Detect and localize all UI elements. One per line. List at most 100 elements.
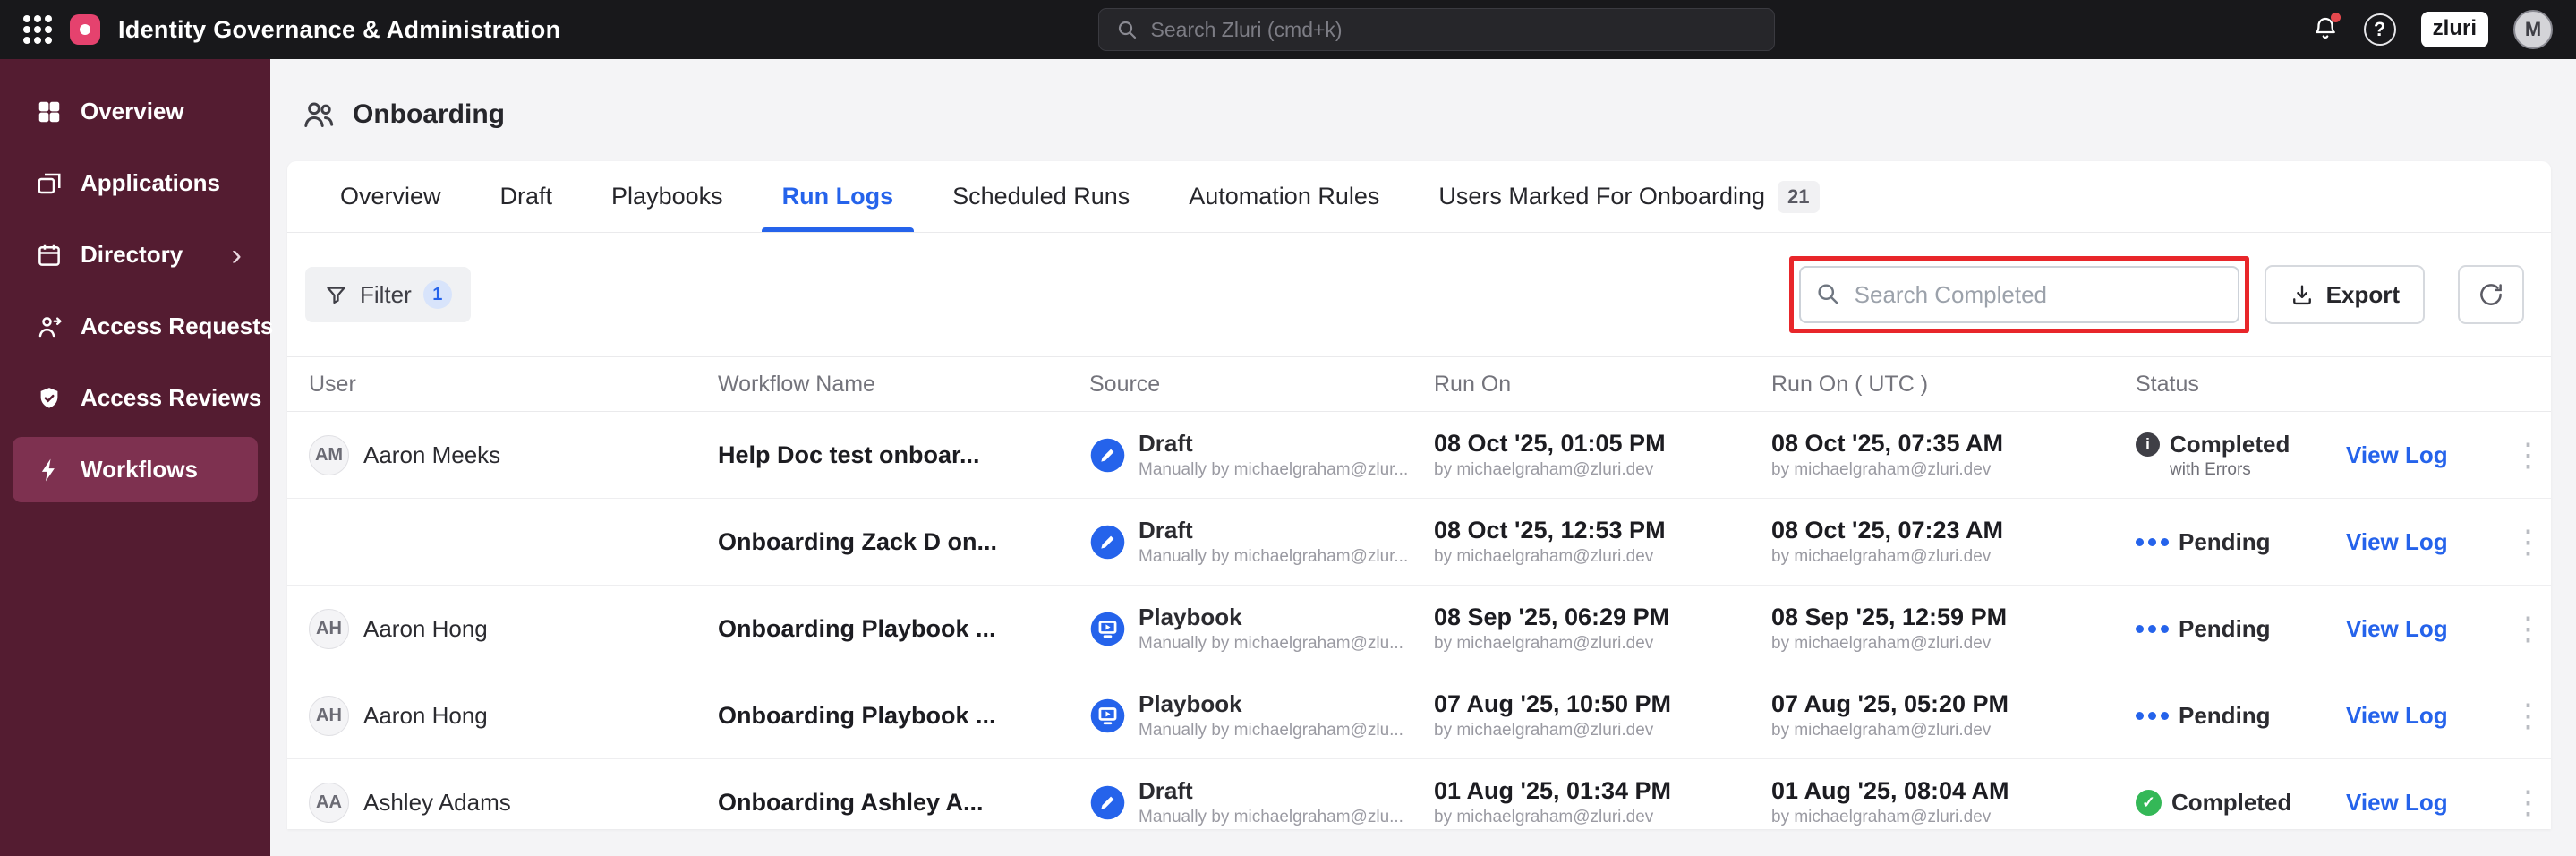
- user-cell: AH Aaron Hong: [309, 608, 718, 649]
- sidebar-item-access-requests[interactable]: Access Requests: [13, 294, 273, 359]
- run-on-by: by michaelgraham@zluri.dev: [1434, 634, 1654, 653]
- status-cell: ✓ Completed: [2136, 789, 2346, 817]
- topbar-left: Identity Governance & Administration: [23, 14, 560, 45]
- filter-button[interactable]: Filter 1: [305, 267, 471, 322]
- table-row: AH Aaron Hong Onboarding Playbook ... Pl…: [287, 672, 2551, 759]
- export-button[interactable]: Export: [2264, 265, 2425, 324]
- row-menu-button[interactable]: ⋮: [2505, 699, 2551, 732]
- sidebar-item-overview[interactable]: Overview: [13, 79, 258, 144]
- sidebar-item-label: Directory: [81, 241, 183, 268]
- run-on-date: 08 Sep '25, 06:29 PM: [1434, 603, 1670, 630]
- tab-users-marked-for-onboarding[interactable]: Users Marked For Onboarding 21: [1409, 161, 1848, 232]
- sidebar-item-workflows[interactable]: Workflows: [13, 437, 258, 502]
- status-cell: Pending: [2136, 702, 2346, 730]
- app-title: Identity Governance & Administration: [118, 15, 561, 43]
- status-text: Completed: [2171, 788, 2292, 816]
- source-cell: Playbook Manually by michaelgraham@zlu..…: [1089, 603, 1434, 654]
- row-menu-button[interactable]: ⋮: [2505, 439, 2551, 471]
- applications-icon: [38, 173, 61, 193]
- help-button[interactable]: ?: [2363, 13, 2396, 46]
- sidebar-item-label: Access Requests: [81, 312, 274, 339]
- run-on-date: 08 Oct '25, 01:05 PM: [1434, 430, 1666, 457]
- draft-icon: [1090, 785, 1125, 819]
- source-type: Draft: [1139, 430, 1193, 457]
- filter-label: Filter: [360, 280, 412, 308]
- view-log-link[interactable]: View Log: [2346, 789, 2505, 817]
- avatar: AM: [309, 434, 349, 475]
- run-on-cell: 08 Oct '25, 01:05 PM by michaelgraham@zl…: [1434, 430, 1771, 480]
- status-sub: with Errors: [2170, 459, 2251, 479]
- sidebar-item-applications[interactable]: Applications: [13, 150, 258, 216]
- download-icon: [2292, 285, 2311, 305]
- notifications-button[interactable]: [2312, 12, 2341, 46]
- pending-dots-icon: [2136, 537, 2169, 546]
- tab-draft[interactable]: Draft: [471, 161, 583, 232]
- source-type: Playbook: [1139, 603, 1242, 630]
- refresh-icon: [2480, 284, 2502, 305]
- status-text: Pending: [2179, 614, 2271, 642]
- row-menu-button[interactable]: ⋮: [2505, 612, 2551, 645]
- view-log-link[interactable]: View Log: [2346, 441, 2505, 469]
- tab-scheduled-runs[interactable]: Scheduled Runs: [923, 161, 1159, 232]
- table-search-input[interactable]: [1798, 266, 2239, 323]
- tab-automation-rules[interactable]: Automation Rules: [1159, 161, 1409, 232]
- run-on-date: 07 Aug '25, 10:50 PM: [1434, 690, 1672, 717]
- run-on-by: by michaelgraham@zluri.dev: [1434, 547, 1654, 566]
- playbook-icon: [1090, 612, 1125, 646]
- draft-icon: [1090, 438, 1125, 472]
- sidebar-item-directory[interactable]: Directory ›: [13, 222, 258, 287]
- source-sub: Manually by michaelgraham@zlur...: [1139, 547, 1409, 566]
- tab-label: Users Marked For Onboarding: [1438, 183, 1766, 210]
- refresh-button[interactable]: [2458, 265, 2524, 324]
- source-cell: Draft Manually by michaelgraham@zlur...: [1089, 517, 1434, 567]
- tab-label: Overview: [340, 183, 441, 210]
- run-on-by: by michaelgraham@zluri.dev: [1434, 721, 1654, 740]
- row-menu-button[interactable]: ⋮: [2505, 786, 2551, 818]
- sidebar-item-label: Workflows: [81, 456, 198, 483]
- sidebar-item-access-reviews[interactable]: Access Reviews: [13, 365, 261, 431]
- access-reviews-shield-icon: [40, 387, 58, 408]
- tab-run-logs[interactable]: Run Logs: [753, 161, 923, 232]
- table-row: AM Aaron Meeks Help Doc test onboar... D…: [287, 412, 2551, 499]
- sidebar-item-label: Overview: [81, 98, 184, 124]
- user-avatar[interactable]: M: [2513, 10, 2553, 49]
- user-cell: AM Aaron Meeks: [309, 434, 718, 475]
- source-type: Draft: [1139, 777, 1193, 804]
- topbar-right: ? zluri M: [2312, 10, 2553, 49]
- status-cell: Pending: [2136, 615, 2346, 643]
- run-on-utc-cell: 08 Oct '25, 07:35 AM by michaelgraham@zl…: [1771, 430, 2136, 480]
- annotation-highlight: [1788, 256, 2249, 333]
- export-label: Export: [2325, 280, 2400, 308]
- run-on-by: by michaelgraham@zluri.dev: [1434, 808, 1654, 826]
- run-on-utc-date: 08 Oct '25, 07:35 AM: [1771, 430, 2004, 457]
- info-icon: i: [2136, 432, 2160, 457]
- run-on-utc-cell: 08 Sep '25, 12:59 PM by michaelgraham@zl…: [1771, 603, 2136, 654]
- column-header-workflow-name: Workflow Name: [718, 371, 875, 397]
- tab-playbooks[interactable]: Playbooks: [582, 161, 753, 232]
- user-name: Aaron Hong: [363, 614, 488, 642]
- source-cell: Playbook Manually by michaelgraham@zlu..…: [1089, 690, 1434, 740]
- playbook-icon: [1090, 698, 1125, 732]
- content-card: Overview Draft Playbooks Run Logs Schedu…: [287, 161, 2551, 829]
- view-log-link[interactable]: View Log: [2346, 528, 2505, 556]
- source-type: Playbook: [1139, 690, 1242, 717]
- run-on-utc-cell: 08 Oct '25, 07:23 AM by michaelgraham@zl…: [1771, 517, 2136, 567]
- workspace-chip[interactable]: zluri: [2420, 12, 2488, 47]
- chevron-right-icon: ›: [231, 237, 242, 272]
- overview-grid-icon: [38, 101, 60, 122]
- tab-label: Draft: [499, 183, 553, 210]
- view-log-link[interactable]: View Log: [2346, 615, 2505, 643]
- run-on-utc-by: by michaelgraham@zluri.dev: [1771, 547, 1992, 566]
- workflow-name: Onboarding Zack D on...: [718, 527, 998, 555]
- view-log-link[interactable]: View Log: [2346, 702, 2505, 730]
- workflow-name: Onboarding Playbook ...: [718, 701, 996, 729]
- source-sub: Manually by michaelgraham@zlu...: [1139, 634, 1403, 653]
- run-on-utc-by: by michaelgraham@zluri.dev: [1771, 721, 1992, 740]
- tab-overview[interactable]: Overview: [311, 161, 471, 232]
- app-launcher-icon[interactable]: [23, 15, 52, 44]
- global-search-input[interactable]: [1097, 8, 1775, 51]
- onboarding-icon: [304, 102, 334, 127]
- user-name: Aaron Hong: [363, 701, 488, 729]
- row-menu-button[interactable]: ⋮: [2505, 526, 2551, 558]
- toolbar: Filter 1 Export: [287, 233, 2551, 356]
